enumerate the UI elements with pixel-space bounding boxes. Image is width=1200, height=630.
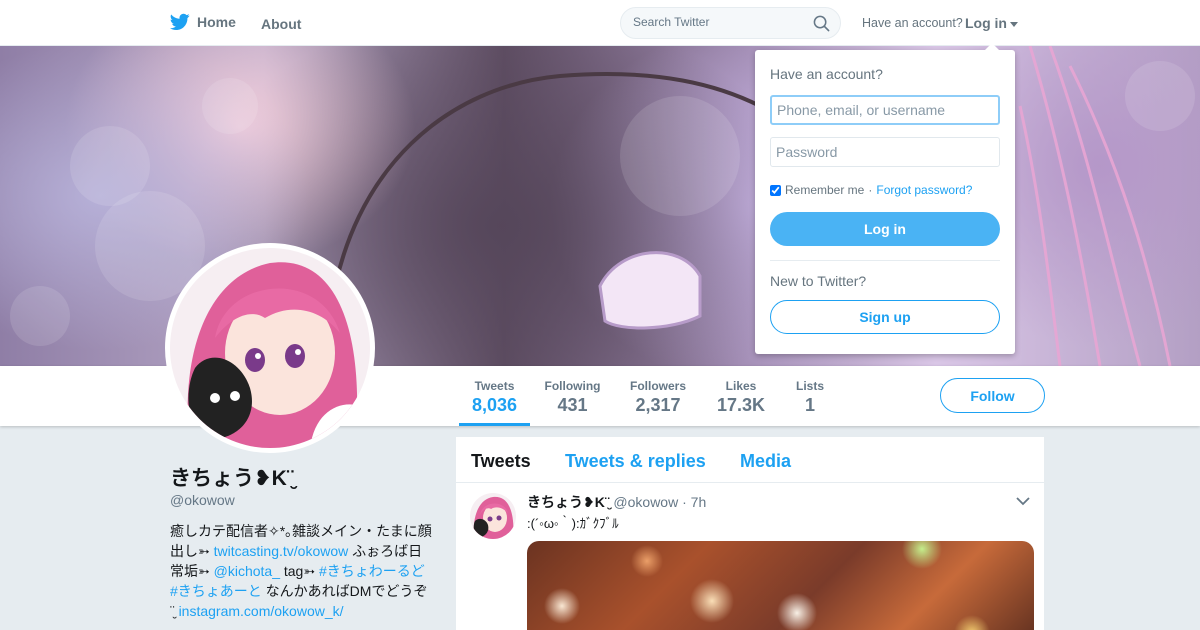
tweet-avatar[interactable] — [470, 493, 516, 539]
bio-mention-link[interactable]: @kichota_ — [214, 563, 280, 579]
login-toggle-label: Log in — [965, 15, 1007, 31]
forgot-password-link[interactable]: Forgot password? — [876, 183, 972, 197]
tweet-separator: · — [682, 494, 687, 510]
remember-me-checkbox[interactable] — [770, 184, 781, 196]
timeline: Tweets Tweets & replies Media きちょう❥K¨̮ @… — [456, 437, 1044, 630]
search-box — [620, 7, 841, 39]
avatar-illustration — [170, 248, 370, 448]
remember-me-label: Remember me — [785, 183, 865, 197]
profile-handle: @okowow — [170, 492, 235, 508]
tweet-avatar-illustration — [470, 493, 516, 539]
remember-separator: · — [868, 183, 873, 197]
dropdown-arrow — [985, 43, 999, 50]
bio-hashtag-link[interactable]: #きちょわーるど — [319, 563, 425, 579]
stat-label: Following — [544, 379, 601, 393]
timeline-tabs: Tweets Tweets & replies Media — [456, 437, 1044, 483]
stat-value: 8,036 — [471, 395, 518, 415]
stat-label: Lists — [795, 379, 824, 393]
bio-link-instagram[interactable]: instagram.com/okowow_k/ — [179, 603, 344, 619]
tab-tweets[interactable]: Tweets — [471, 451, 531, 472]
tweet-media-image[interactable] — [527, 541, 1034, 630]
username-input[interactable] — [770, 95, 1000, 125]
tweet[interactable]: きちょう❥K¨̮ @okowow · 7h :(´◦ω◦｀):ｶﾞｸﾌﾞﾙ — [456, 483, 1044, 630]
stat-value: 17.3K — [716, 395, 766, 415]
nav-home-label: Home — [197, 14, 236, 30]
follow-button[interactable]: Follow — [940, 378, 1045, 413]
search-input[interactable] — [633, 15, 808, 29]
login-dropdown: Have an account? Remember me · Forgot pa… — [755, 43, 1015, 354]
bio-link-twitcasting[interactable]: twitcasting.tv/okowow — [214, 543, 349, 559]
stat-value: 1 — [804, 395, 815, 415]
top-nav: Home About Have an account? Log in — [0, 0, 1200, 46]
stat-label: Followers — [629, 379, 686, 393]
bio-text: tag➳ — [279, 563, 319, 579]
password-input[interactable] — [770, 137, 1000, 167]
nav-home-link[interactable]: Home — [170, 13, 236, 31]
signup-button[interactable]: Sign up — [770, 300, 1000, 334]
profile-bio: 癒しカテ配信者✧*｡雑談メイン・たまに顔出し➳ twitcasting.tv/o… — [170, 521, 435, 621]
login-dropdown-title: Have an account? — [770, 66, 883, 82]
tab-tweets-replies[interactable]: Tweets & replies — [565, 451, 706, 472]
login-button[interactable]: Log in — [770, 212, 1000, 246]
bio-hashtag-link[interactable]: #きちょあーと — [170, 583, 262, 599]
nav-about-link[interactable]: About — [261, 16, 301, 32]
have-account-text: Have an account? — [862, 16, 963, 30]
login-dropdown-toggle[interactable]: Log in — [965, 15, 1018, 31]
chevron-down-icon[interactable] — [1016, 496, 1030, 506]
profile-avatar[interactable] — [165, 243, 375, 453]
stat-followers[interactable]: Followers 2,317 — [625, 366, 691, 426]
stat-tweets[interactable]: Tweets 8,036 — [459, 366, 530, 426]
stat-value: 431 — [557, 395, 588, 415]
tweet-header: きちょう❥K¨̮ @okowow · 7h — [527, 492, 706, 512]
tab-media[interactable]: Media — [740, 451, 791, 472]
twitter-bird-icon — [170, 13, 190, 31]
profile-name: きちょう❥K¨̮ — [170, 467, 294, 490]
tweet-text: :(´◦ω◦｀):ｶﾞｸﾌﾞﾙ — [527, 516, 619, 531]
tweet-author-name[interactable]: きちょう❥K¨̮ — [527, 494, 610, 510]
tweet-author-handle[interactable]: @okowow — [613, 494, 678, 510]
caret-down-icon — [1010, 21, 1018, 27]
stat-value: 2,317 — [635, 395, 681, 415]
new-to-twitter-text: New to Twitter? — [770, 273, 867, 289]
tweet-time[interactable]: 7h — [691, 494, 707, 510]
stat-likes[interactable]: Likes 17.3K — [713, 366, 769, 426]
search-icon[interactable] — [813, 15, 830, 32]
stat-following[interactable]: Following 431 — [540, 366, 605, 426]
divider — [770, 260, 1000, 261]
remember-me-row: Remember me · Forgot password? — [770, 183, 972, 197]
stat-label: Tweets — [474, 379, 515, 393]
stat-lists[interactable]: Lists 1 — [789, 366, 831, 426]
stat-label: Likes — [725, 379, 757, 393]
